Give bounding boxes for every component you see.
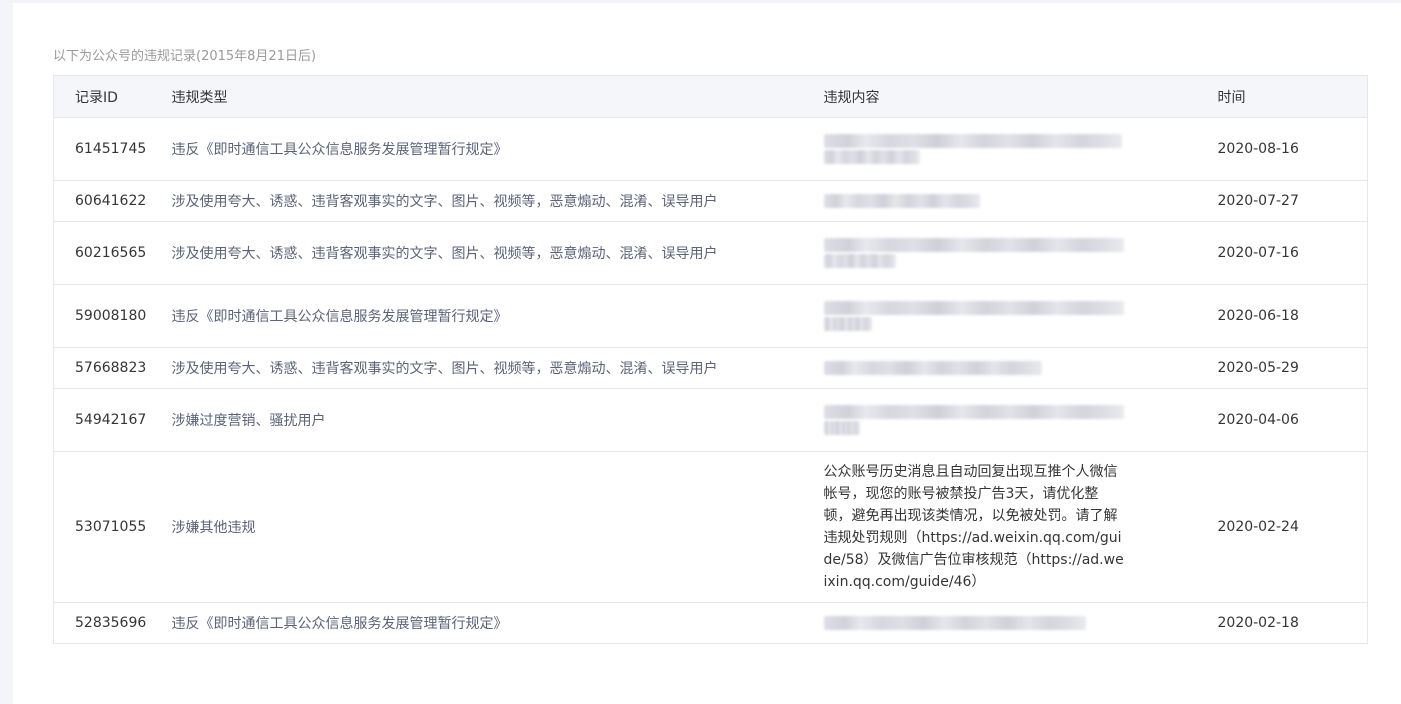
record-time: 2020-02-24 [1217,451,1368,603]
violation-content [823,221,1218,285]
record-id: 59008180 [53,284,172,348]
record-time: 2020-07-16 [1217,221,1368,285]
records-caption: 以下为公众号的违规记录(2015年8月21日后) [53,49,317,64]
violation-type: 违反《即时通信工具公众信息服务发展管理暂行规定》 [171,284,824,348]
record-id: 54942167 [53,388,172,452]
table-row: 53071055 涉嫌其他违规 公众账号历史消息且自动回复出现互推个人微信帐号，… [53,451,1368,603]
redacted-content [823,290,1126,342]
record-time: 2020-04-06 [1217,388,1368,452]
violation-content-text: 公众账号历史消息且自动回复出现互推个人微信帐号，现您的账号被禁投广告3天，请优化… [823,464,1124,590]
record-id: 52835696 [53,602,172,644]
violation-type: 涉嫌过度营销、骚扰用户 [171,388,824,452]
violation-type: 涉及使用夸大、诱惑、违背客观事实的文字、图片、视频等，恶意煽动、混淆、误导用户 [171,180,824,222]
violation-records-table: 记录ID 违规类型 违规内容 时间 61451745 违反《即时通信工具公众信息… [53,75,1368,644]
violation-content [823,117,1218,181]
redacted-content [823,183,1126,219]
violation-type: 涉及使用夸大、诱惑、违背客观事实的文字、图片、视频等，恶意煽动、混淆、误导用户 [171,221,824,285]
violation-content: 公众账号历史消息且自动回复出现互推个人微信帐号，现您的账号被禁投广告3天，请优化… [823,451,1218,603]
violation-content [823,180,1218,222]
violation-content [823,347,1218,389]
violation-type: 涉及使用夸大、诱惑、违背客观事实的文字、图片、视频等，恶意煽动、混淆、误导用户 [171,347,824,389]
record-time: 2020-07-27 [1217,180,1368,222]
violation-type: 涉嫌其他违规 [171,451,824,603]
redacted-content [823,350,1126,386]
record-time: 2020-08-16 [1217,117,1368,181]
table-row: 61451745 违反《即时通信工具公众信息服务发展管理暂行规定》 2020-0… [53,117,1368,181]
table-row: 54942167 涉嫌过度营销、骚扰用户 2020-04-06 [53,388,1368,452]
violation-content [823,388,1218,452]
column-header-time: 时间 [1217,75,1368,118]
redacted-content [823,394,1126,446]
redacted-content [823,123,1126,175]
record-id: 60216565 [53,221,172,285]
record-id: 53071055 [53,451,172,603]
violation-type: 违反《即时通信工具公众信息服务发展管理暂行规定》 [171,117,824,181]
column-header-type: 违规类型 [171,75,824,118]
table-row: 52835696 违反《即时通信工具公众信息服务发展管理暂行规定》 2020-0… [53,602,1368,644]
table-row: 60216565 涉及使用夸大、诱惑、违背客观事实的文字、图片、视频等，恶意煽动… [53,221,1368,285]
table-row: 57668823 涉及使用夸大、诱惑、违背客观事实的文字、图片、视频等，恶意煽动… [53,347,1368,389]
record-time: 2020-05-29 [1217,347,1368,389]
violation-content [823,284,1218,348]
table-row: 59008180 违反《即时通信工具公众信息服务发展管理暂行规定》 2020-0… [53,284,1368,348]
violation-type: 违反《即时通信工具公众信息服务发展管理暂行规定》 [171,602,824,644]
record-id: 61451745 [53,117,172,181]
redacted-content [823,227,1126,279]
record-time: 2020-02-18 [1217,602,1368,644]
record-id: 57668823 [53,347,172,389]
record-time: 2020-06-18 [1217,284,1368,348]
record-id: 60641622 [53,180,172,222]
violation-content [823,602,1218,644]
table-header-row: 记录ID 违规类型 违规内容 时间 [53,75,1368,118]
violation-records-panel: 以下为公众号的违规记录(2015年8月21日后) 记录ID 违规类型 违规内容 … [13,3,1401,704]
redacted-content [823,605,1126,641]
column-header-id: 记录ID [53,75,172,118]
table-row: 60641622 涉及使用夸大、诱惑、违背客观事实的文字、图片、视频等，恶意煽动… [53,180,1368,222]
column-header-content: 违规内容 [823,75,1218,118]
